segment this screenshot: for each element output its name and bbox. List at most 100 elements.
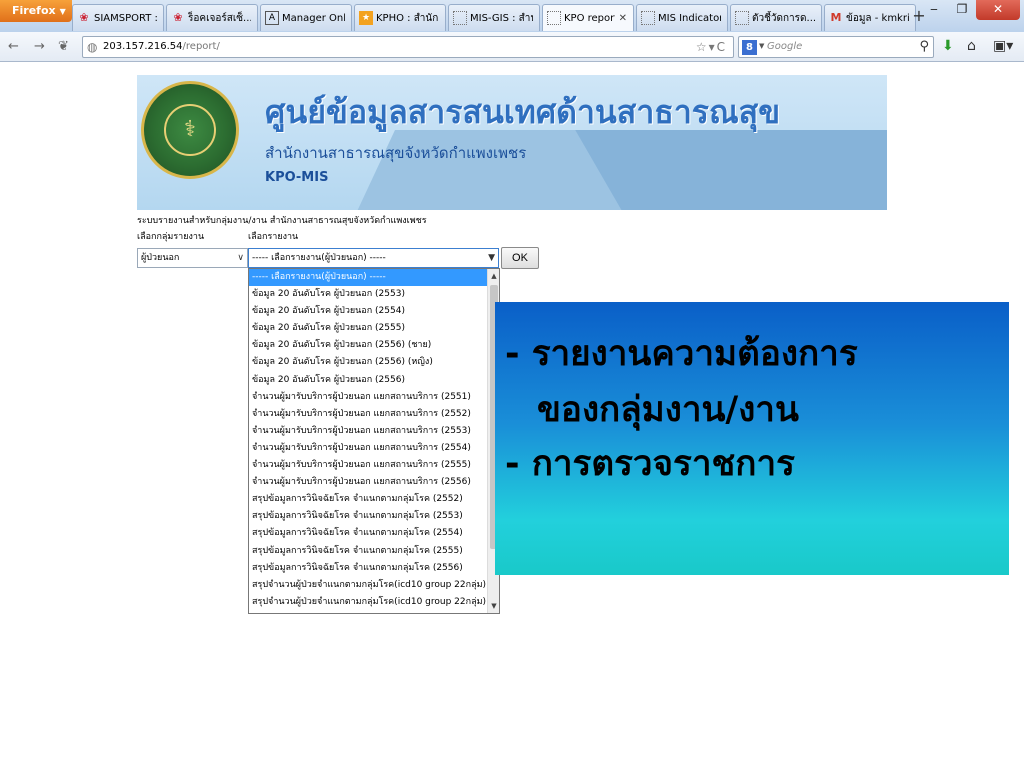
tab-kpo-report[interactable]: KPO report c... ✕ <box>542 4 634 31</box>
url-bar[interactable]: ◍ 203.157.216.54/report/ ☆▾C <box>82 36 734 58</box>
banner-mountain <box>575 130 887 210</box>
search-placeholder: Google <box>767 41 803 52</box>
close-window-icon[interactable]: ✕ <box>976 0 1020 20</box>
slide-callout-box: - รายงานความต้องการ ของกลุ่มงาน/งาน - กา… <box>495 302 1009 575</box>
dropdown-option[interactable]: ข้อมูล 20 อันดับโรค ผู้ป่วยนอก (2556) <box>249 372 487 389</box>
firefox-menu-label: Firefox <box>12 4 56 17</box>
tab-label: ร็อคเจอร์สเซ็... <box>188 12 251 24</box>
page-icon <box>641 11 655 25</box>
tab-manager-online[interactable]: A Manager Online <box>260 4 352 31</box>
report-select[interactable]: ----- เลือกรายงาน(ผู้ป่วยนอก) ----- ▼ <box>248 248 499 268</box>
dropdown-option[interactable]: สรุปจำนวนผู้ป่วยจำแนกตามกลุ่มโรค(icd10 g… <box>249 594 487 611</box>
tab-kpho[interactable]: ★ KPHO : สำนัก... <box>354 4 446 31</box>
url-path: /report/ <box>182 41 220 52</box>
dropdown-option[interactable]: สรุปข้อมูลการวินิจฉัยโรค จำแนกตามกลุ่มโร… <box>249 560 487 577</box>
firefox-menu-button[interactable]: Firefox ▼ <box>0 0 72 22</box>
group-label: เลือกกลุ่มรายงาน <box>137 232 205 242</box>
tab-label: Manager Online <box>282 12 345 24</box>
dropdown-option[interactable]: จำนวนผู้มารับบริการผู้ป่วยนอก แยกสถานบริ… <box>249 406 487 423</box>
tab-gmail[interactable]: M ข้อมูล - kmkrit... <box>824 4 916 31</box>
dropdown-option[interactable]: สรุปข้อมูลการวินิจฉัยโรค จำแนกตามกลุ่มโร… <box>249 508 487 525</box>
addon-menu-icon[interactable]: ▣▾ <box>993 38 1013 54</box>
dropdown-option[interactable]: จำนวนผู้มารับบริการผู้ป่วยนอก แยกสถานบริ… <box>249 474 487 491</box>
window-controls: ‒ ❐ ✕ <box>920 0 1020 20</box>
gmail-icon: M <box>830 11 842 24</box>
banner-title: ศูนย์ข้อมูลสารสนเทศด้านสาธารณสุข <box>265 93 781 131</box>
scroll-up-icon[interactable]: ▲ <box>488 269 499 283</box>
header-banner: ⚕ ศูนย์ข้อมูลสารสนเทศด้านสาธารณสุข สำนัก… <box>137 75 887 210</box>
search-icon[interactable]: ⚲ <box>919 39 929 54</box>
search-engine-icon[interactable]: 8 <box>742 40 757 55</box>
page-icon <box>735 11 749 25</box>
tab-label: ข้อมูล - kmkrit... <box>846 12 909 24</box>
search-bar[interactable]: 8 ▼ Google ⚲ <box>738 36 934 58</box>
scroll-down-icon[interactable]: ▼ <box>488 599 499 613</box>
tab-mis-indicator[interactable]: MIS Indicator 25... <box>636 4 728 31</box>
tab-rockjers[interactable]: ❀ ร็อคเจอร์สเซ็... <box>166 4 258 31</box>
tab-label: SIAMSPORT : ข่... <box>94 12 157 24</box>
page-heading: ระบบรายงานสำหรับกลุ่มงาน/งาน สำนักงานสาธ… <box>137 216 427 226</box>
siamsport-icon: ❀ <box>173 11 183 24</box>
browser-titlebar: Firefox▼ ❀ SIAMSPORT : ข่... ❀ ร็อคเจอร์… <box>0 0 1024 32</box>
forward-arrow-icon[interactable]: → <box>34 39 45 54</box>
tab-label: MIS-GIS : สำนั... <box>470 12 533 24</box>
dropdown-option[interactable]: ข้อมูล 20 อันดับโรค ผู้ป่วยนอก (2555) <box>249 320 487 337</box>
dropdown-option[interactable]: จำนวนผู้มารับบริการผู้ป่วยนอก แยกสถานบริ… <box>249 457 487 474</box>
tab-mis-gis[interactable]: MIS-GIS : สำนั... <box>448 4 540 31</box>
siamsport-icon: ❀ <box>79 11 89 24</box>
restore-icon[interactable]: ❐ <box>948 0 976 20</box>
tab-label: MIS Indicator 25... <box>658 12 721 24</box>
page-icon <box>547 11 561 25</box>
tab-siamsport[interactable]: ❀ SIAMSPORT : ข่... <box>72 4 164 31</box>
dropdown-option[interactable]: ข้อมูล 20 อันดับโรค ผู้ป่วยนอก (2556) (ช… <box>249 337 487 354</box>
report-label: เลือกรายงาน <box>248 232 299 242</box>
dropdown-option[interactable]: สรุปจำนวนผู้ป่วยจำแนกตามกลุ่มโรค(icd10 g… <box>249 577 487 594</box>
globe-icon: ◍ <box>87 40 98 54</box>
tab-label: KPHO : สำนัก... <box>376 12 439 24</box>
ministry-seal-logo: ⚕ <box>141 81 239 179</box>
report-group-select[interactable]: ผู้ป่วยนอก ∨ <box>137 248 248 268</box>
tab-indicator-th[interactable]: ตัวชี้วัดการด... <box>730 4 822 31</box>
dropdown-option[interactable]: ข้อมูล 20 อันดับโรค ผู้ป่วยนอก (2556) (ห… <box>249 354 487 371</box>
navigation-toolbar: ← → ❦ ◍ 203.157.216.54/report/ ☆▾C 8 ▼ G… <box>0 32 1024 62</box>
tab-label: ตัวชี้วัดการด... <box>752 12 815 24</box>
download-arrow-icon[interactable]: ⬇ <box>942 38 954 54</box>
dropdown-options: ----- เลือกรายงาน(ผู้ป่วยนอก) ----- ข้อมู… <box>249 269 487 611</box>
reload-icon[interactable]: C <box>717 40 727 54</box>
report-dropdown-list[interactable]: ----- เลือกรายงาน(ผู้ป่วยนอก) ----- ข้อมู… <box>248 268 500 614</box>
dropdown-option[interactable]: ----- เลือกรายงาน(ผู้ป่วยนอก) ----- <box>249 269 487 287</box>
back-arrow-icon[interactable]: ← <box>8 39 19 54</box>
dropdown-option[interactable]: จำนวนผู้มารับบริการผู้ป่วยนอก แยกสถานบริ… <box>249 423 487 440</box>
chevron-down-icon: ▼ <box>488 253 495 263</box>
identity-icon[interactable]: ❦ <box>58 39 69 54</box>
ok-button[interactable]: OK <box>501 247 539 269</box>
caduceus-icon: ⚕ <box>164 104 216 156</box>
kpho-icon: ★ <box>359 11 373 25</box>
callout-line-3: - การตรวจราชการ <box>505 444 795 484</box>
dropdown-option[interactable]: จำนวนผู้มารับบริการผู้ป่วยนอก แยกสถานบริ… <box>249 389 487 406</box>
url-host: 203.157.216.54 <box>103 41 183 52</box>
dropdown-option[interactable]: ข้อมูล 20 อันดับโรค ผู้ป่วยนอก (2554) <box>249 303 487 320</box>
chevron-down-icon: ∨ <box>237 253 244 263</box>
dropdown-option[interactable]: สรุปข้อมูลการวินิจฉัยโรค จำแนกตามกลุ่มโร… <box>249 543 487 560</box>
dropdown-option[interactable]: สรุปข้อมูลการวินิจฉัยโรค จำแนกตามกลุ่มโร… <box>249 491 487 508</box>
dropdown-option[interactable]: สรุปข้อมูลการวินิจฉัยโรค จำแนกตามกลุ่มโร… <box>249 525 487 542</box>
close-tab-icon[interactable]: ✕ <box>619 13 627 24</box>
callout-line-1: - รายงานความต้องการ <box>505 334 858 374</box>
chevron-down-icon[interactable]: ▼ <box>759 42 764 50</box>
dropdown-option[interactable]: ข้อมูล 20 อันดับโรค ผู้ป่วยนอก (2553) <box>249 286 487 303</box>
report-select-value: ----- เลือกรายงาน(ผู้ป่วยนอก) ----- <box>252 253 386 263</box>
minimize-icon[interactable]: ‒ <box>920 0 948 20</box>
page-icon <box>453 11 467 25</box>
url-text[interactable]: 203.157.216.54/report/ <box>103 41 220 52</box>
manager-icon: A <box>265 11 279 25</box>
bookmark-star-icon[interactable]: ☆▾C <box>696 40 727 54</box>
tab-strip: ❀ SIAMSPORT : ข่... ❀ ร็อคเจอร์สเซ็... A… <box>72 4 918 31</box>
chevron-down-icon: ▼ <box>59 7 66 16</box>
home-icon[interactable]: ⌂ <box>967 38 976 54</box>
callout-line-2: ของกลุ่มงาน/งาน <box>537 390 799 430</box>
report-group-value: ผู้ป่วยนอก <box>141 253 180 263</box>
banner-subtitle: สำนักงานสาธารณสุขจังหวัดกำแพงเพชร <box>265 144 527 162</box>
tab-label: KPO report c... <box>564 12 615 24</box>
dropdown-option[interactable]: จำนวนผู้มารับบริการผู้ป่วยนอก แยกสถานบริ… <box>249 440 487 457</box>
